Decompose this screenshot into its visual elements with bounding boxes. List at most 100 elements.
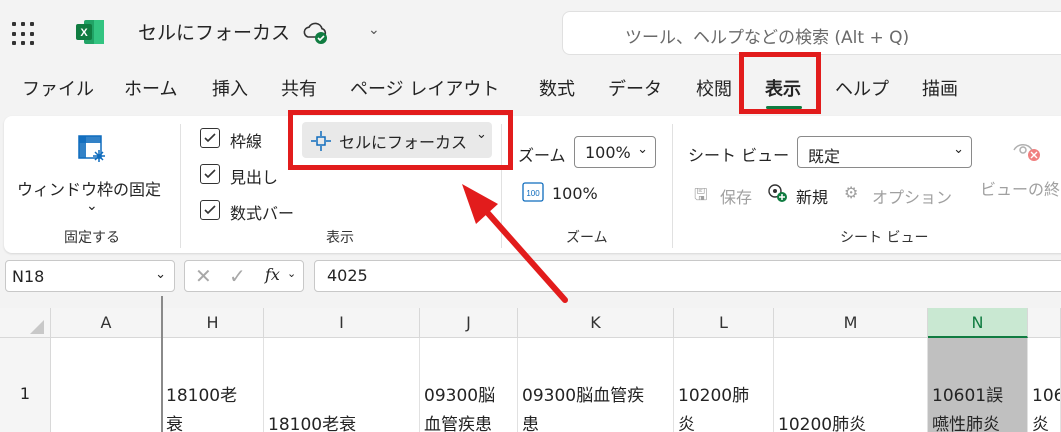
new-view-icon (768, 184, 787, 202)
cell-text: 18100老衰 (268, 415, 357, 432)
chevron-down-icon[interactable]: ⌄ (287, 267, 296, 280)
search-box[interactable]: ツール、ヘルプなどの検索 (Alt + Q) (562, 11, 1061, 55)
cell-text: 106 (1032, 386, 1060, 406)
cell-text: 10601誤 (932, 386, 1004, 406)
title-bar: X セルにフォーカス ⌄ ツール、ヘルプなどの検索 (Alt + Q) (0, 0, 1061, 64)
column-header-n[interactable]: N (928, 308, 1028, 338)
tab-home[interactable]: ホーム (124, 75, 177, 101)
cell-text: 血管疾患 (424, 415, 492, 432)
tab-share[interactable]: 共有 (281, 75, 317, 101)
tab-help[interactable]: ヘルプ (835, 75, 889, 101)
cell-text: 10200肺炎 (778, 415, 867, 432)
cell-text: 炎 (1032, 415, 1049, 432)
cloud-saved-icon[interactable] (302, 19, 330, 45)
chevron-down-icon[interactable]: ⌄ (368, 22, 380, 38)
excel-logo-icon: X (76, 20, 104, 44)
row-header-1[interactable]: 1 (0, 338, 51, 432)
formula-input[interactable]: 4025 (314, 260, 1061, 292)
formula-bar-checkbox[interactable] (200, 200, 220, 220)
divider (180, 124, 181, 248)
zoom-100-button[interactable]: 100% (552, 184, 598, 203)
group-label-freeze: 固定する (64, 230, 120, 246)
highlight-box-focus-cell (288, 110, 513, 170)
search-placeholder: ツール、ヘルプなどの検索 (Alt + Q) (625, 28, 910, 48)
options-button[interactable]: オプション (872, 184, 952, 208)
cell-i1[interactable]: 18100老衰 (264, 338, 420, 432)
column-header-a[interactable]: A (51, 308, 162, 338)
freeze-chevron-icon[interactable]: ⌄ (86, 198, 98, 214)
highlight-box-view-tab (739, 52, 821, 114)
formula-bar: N18 ⌄ ✕ ✓ fx ⌄ 4025 (0, 256, 1061, 298)
exit-view-icon (1013, 144, 1040, 161)
tab-formulas[interactable]: 数式 (539, 75, 575, 101)
save-icon: 🖫 (694, 185, 708, 204)
column-header-m[interactable]: M (774, 308, 928, 338)
function-icon[interactable]: fx (265, 265, 280, 284)
cell-text (268, 382, 413, 411)
group-label-sheet-view: シート ビュー (840, 230, 929, 246)
gridlines-checkbox[interactable] (200, 128, 220, 148)
divider (672, 124, 673, 248)
cell-next-1[interactable]: 106 炎 (1028, 338, 1061, 432)
cancel-icon[interactable]: ✕ (195, 264, 212, 288)
column-header-i[interactable]: I (264, 308, 420, 338)
waffle-icon[interactable] (12, 22, 36, 46)
cell-text: 18100老 (166, 386, 238, 406)
cell-text: 衰 (166, 415, 183, 432)
name-box-value: N18 (12, 267, 45, 286)
zoom-label: ズーム (518, 146, 566, 165)
confirm-icon[interactable]: ✓ (229, 264, 246, 288)
ribbon-tabs: ファイル ホーム 挿入 共有 ページ レイアウト 数式 データ 校閲 表示 ヘル… (0, 66, 1061, 110)
sheet-view-select[interactable]: 既定 ⌄ (797, 136, 972, 168)
column-header-next[interactable] (1028, 308, 1061, 338)
column-header-j[interactable]: J (420, 308, 518, 338)
freeze-panes-icon (78, 135, 105, 162)
cell-h1[interactable]: 18100老 衰 (162, 338, 264, 432)
tab-insert[interactable]: 挿入 (212, 75, 248, 101)
cell-k1[interactable]: 09300脳血管疾 患 (518, 338, 674, 432)
zoom-select[interactable]: 100% ⌄ (574, 136, 656, 168)
cell-a1[interactable] (51, 338, 162, 432)
cell-m1[interactable]: 10200肺炎 (774, 338, 928, 432)
chevron-down-icon: ⌄ (155, 267, 166, 282)
headings-checkbox[interactable] (200, 164, 220, 184)
freeze-pane-divider (161, 296, 163, 432)
name-box[interactable]: N18 ⌄ (5, 260, 175, 292)
zoom-value: 100% (585, 143, 631, 162)
formula-bar-label: 数式バー (230, 204, 295, 223)
gear-icon: ⚙ (844, 183, 859, 202)
cell-l1[interactable]: 10200肺 炎 (674, 338, 774, 432)
cell-text: 09300脳血管疾 (522, 386, 645, 406)
svg-text:X: X (80, 27, 88, 39)
column-header-l[interactable]: L (674, 308, 774, 338)
document-title[interactable]: セルにフォーカス (138, 18, 290, 45)
cell-text: 10200肺 (678, 386, 750, 406)
column-header-h[interactable]: H (162, 308, 264, 338)
tab-review[interactable]: 校閲 (696, 75, 732, 101)
cell-text (778, 382, 921, 411)
formula-value: 4025 (327, 266, 368, 285)
tab-draw[interactable]: 描画 (922, 75, 958, 101)
new-view-button[interactable]: 新規 (796, 184, 828, 208)
tab-page-layout[interactable]: ページ レイアウト (350, 75, 499, 101)
chevron-down-icon: ⌄ (953, 142, 964, 157)
spreadsheet-grid: A H I J K L M N 1 18100老 衰 18100老衰 09300… (0, 308, 1061, 432)
group-label-show: 表示 (326, 230, 354, 246)
svg-text:100: 100 (526, 189, 540, 198)
sheet-view-value: 既定 (808, 147, 841, 166)
ribbon-panel: ウィンドウ枠の固定 ⌄ 固定する 枠線 見出し 数式バー セルにフォーカス ⌄ … (4, 116, 1061, 253)
column-header-k[interactable]: K (518, 308, 674, 338)
gridlines-label: 枠線 (230, 132, 263, 151)
chevron-down-icon: ⌄ (637, 142, 648, 157)
cell-text: 嚥性肺炎 (932, 415, 1000, 432)
tab-file[interactable]: ファイル (22, 75, 94, 101)
tab-data[interactable]: データ (608, 75, 662, 101)
save-view-button[interactable]: 保存 (720, 184, 752, 208)
exit-view-button[interactable]: ビューの終 (980, 176, 1060, 200)
cell-text: 患 (522, 415, 539, 432)
select-all-corner[interactable] (0, 308, 51, 338)
cell-j1[interactable]: 09300脳 血管疾患 (420, 338, 518, 432)
group-label-zoom: ズーム (566, 230, 608, 246)
freeze-panes-button[interactable]: ウィンドウ枠の固定 (17, 176, 161, 200)
cell-n1[interactable]: 10601誤 嚥性肺炎 (928, 338, 1028, 432)
